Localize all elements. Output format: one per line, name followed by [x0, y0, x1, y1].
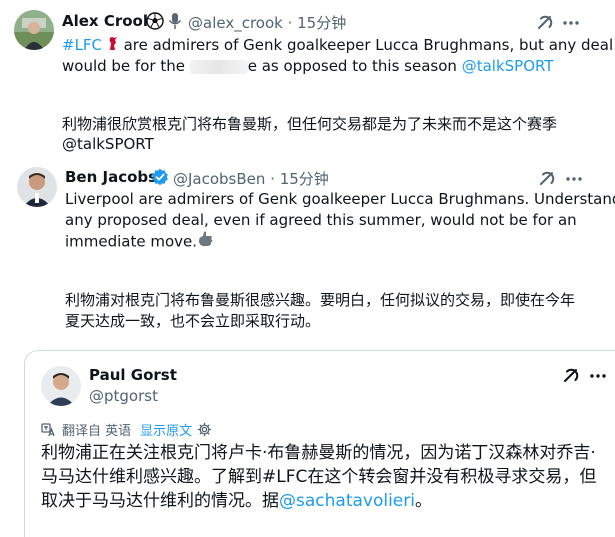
tweet-time[interactable]: 15分钟 [297, 14, 346, 32]
mention-sachatavolieri[interactable]: @sachatavolieri [279, 491, 415, 511]
liverpool-bird-icon [107, 35, 119, 56]
show-original-link[interactable]: 显示原文 [140, 420, 192, 439]
quoted-text-line: 取决于马马达什维利的情况。据@sachatavolieri。 [41, 489, 615, 513]
quoted-text-part: 取决于马马达什维利的情况。据 [41, 491, 279, 511]
dot-separator: · [282, 14, 298, 32]
quoted-tweet-text: 利物浦正在关注根克门将卢卡·布鲁赫曼斯的情况，因为诺丁汉森林对乔吉· 马马达什维… [41, 441, 615, 513]
translated-from-label: 翻译自 英语 [62, 424, 132, 439]
tweet-text-part: e as opposed to this season [247, 57, 462, 75]
translation-bar: 翻译自 英语 显示原文 [41, 420, 212, 439]
translation-text: 利物浦对根克门将布鲁曼斯很感兴趣。要明白，任何拟议的交易，即使在今年 夏天达成一… [65, 290, 595, 332]
tweet-text-line: Liverpool are admirers of Genk goalkeepe… [65, 190, 615, 208]
translate-icon [41, 422, 57, 438]
grok-icon[interactable] [536, 168, 558, 190]
handle-text[interactable]: @alex_crook [188, 14, 283, 32]
tweet-time[interactable]: 15分钟 [280, 170, 329, 188]
settings-gear-icon[interactable] [197, 422, 212, 437]
author-handle[interactable]: @ptgorst [89, 387, 158, 405]
translation-line: 利物浦对根克门将布鲁曼斯很感兴趣。要明白，任何拟议的交易，即使在今年 [65, 291, 576, 309]
author-name[interactable]: Paul Gorst [89, 366, 177, 384]
avatar-paul-gorst[interactable] [41, 366, 81, 406]
hashtag-lfc[interactable]: #LFC [62, 36, 102, 54]
more-icon[interactable] [587, 365, 609, 387]
verified-icon [151, 168, 169, 186]
translation-line: @talkSPORT [62, 135, 154, 153]
author-name[interactable]: Alex Crook [62, 12, 153, 30]
tweet-text-part: are admirers of Genk goalkeeper Lucca Br… [118, 36, 614, 54]
translation-line: 利物浦很欣赏根克门将布鲁曼斯，但任何交易都是为了未来而不是这个赛季 [62, 115, 558, 133]
quoted-text-line: 马马达什维利感兴趣。了解到#LFC在这个转会窗并没有积极寻求交易，但 [41, 467, 597, 487]
more-icon[interactable] [563, 168, 585, 190]
quoted-text-line: 利物浦正在关注根克门将卢卡·布鲁赫曼斯的情况，因为诺丁汉森林对乔吉· [41, 443, 596, 463]
author-handle[interactable]: @alex_crook · 15分钟 [188, 12, 346, 33]
avatar-ben-jacobs[interactable] [17, 167, 57, 207]
more-icon[interactable] [560, 12, 582, 34]
quoted-text-part: 。 [414, 491, 432, 511]
grok-icon[interactable] [560, 365, 582, 387]
tweet-text-line: would be for the e as opposed to this se… [62, 56, 602, 76]
tweet-text-part: immediate move. [65, 232, 198, 251]
dot-separator: · [265, 170, 280, 188]
tweet-text-part: would be for the [62, 57, 190, 75]
avatar-alex-crook[interactable] [14, 10, 54, 50]
tweet-text-line: any proposed deal, even if agreed this s… [65, 211, 577, 229]
football-icon [146, 12, 164, 30]
obscured-text [189, 59, 248, 74]
tweet-text: #LFC are admirers of Genk goalkeeper Luc… [62, 35, 613, 76]
tweet-text-line: #LFC are admirers of Genk goalkeeper Luc… [62, 35, 613, 56]
grok-icon[interactable] [534, 12, 556, 34]
quoted-tweet-card[interactable]: Paul Gorst @ptgorst 翻译自 英语 显示原文 利物浦正在关注根… [24, 350, 615, 537]
author-handle[interactable]: @JacobsBen · 15分钟 [173, 168, 329, 189]
pointing-hand-icon [197, 231, 215, 253]
translation-text: 利物浦很欣赏根克门将布鲁曼斯，但任何交易都是为了未来而不是这个赛季 @talkS… [62, 114, 602, 154]
translation-line: 夏天达成一致，也不会立即采取行动。 [65, 312, 321, 330]
mention-talksport[interactable]: @talkSPORT [462, 57, 554, 75]
tweet-text-line: immediate move. [65, 231, 595, 253]
microphone-icon [167, 12, 183, 30]
handle-text[interactable]: @JacobsBen [173, 170, 265, 188]
author-name[interactable]: Ben Jacobs [65, 168, 157, 186]
tweet-text: Liverpool are admirers of Genk goalkeepe… [65, 189, 615, 253]
